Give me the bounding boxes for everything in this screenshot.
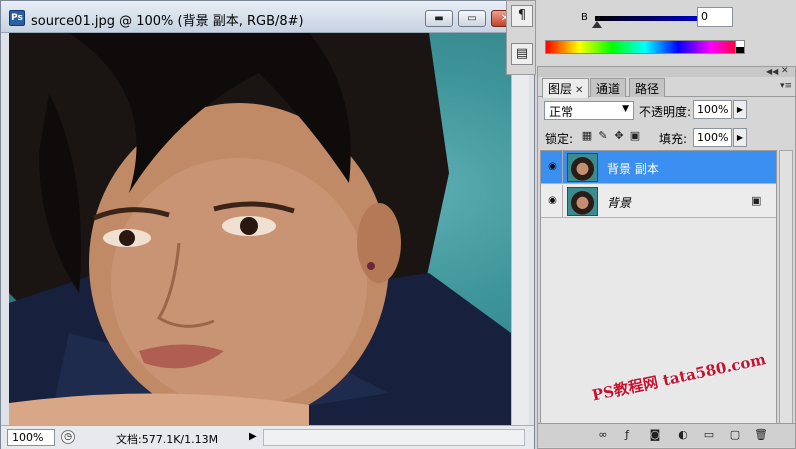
zoom-field[interactable]: 100% xyxy=(7,429,55,446)
dropdown-arrow-icon: ▼ xyxy=(622,104,629,114)
tab-paths[interactable]: 路径 xyxy=(629,78,666,97)
layer-name: 背景 xyxy=(607,196,632,210)
layer-row[interactable]: ◉ 背景 副本 xyxy=(541,151,776,184)
minimize-icon: ▬ xyxy=(434,13,444,24)
new-layer-icon[interactable]: ▢ xyxy=(728,428,742,442)
tab-close-icon[interactable]: ✕ xyxy=(575,85,583,96)
layer-name: 背景 副本 xyxy=(607,162,659,176)
restore-icon: ▭ xyxy=(467,13,477,24)
layers-bottom-bar: ∞ ƒ ◙ ◐ ▭ ▢ 🗑 xyxy=(538,423,795,447)
black-white-swatch[interactable] xyxy=(735,40,745,54)
status-bar: 100% ◷ 文档:577.1K/1.13M ▶ xyxy=(1,425,534,449)
restore-button[interactable]: ▭ xyxy=(458,10,486,27)
layer-thumbnail xyxy=(567,153,598,182)
horizontal-scrollbar[interactable] xyxy=(263,429,525,446)
status-menu-arrow-icon[interactable]: ▶ xyxy=(249,430,261,444)
move-icon[interactable]: ✥ xyxy=(613,129,625,142)
color-panel: B 0 xyxy=(537,0,796,64)
fill-field[interactable]: 100% xyxy=(693,128,732,147)
panel-header[interactable]: ◀◀ ✕ xyxy=(538,66,795,77)
eye-icon[interactable]: ◉ xyxy=(543,185,563,217)
fill-label: 填充: xyxy=(659,132,688,146)
notes-panel-button[interactable]: ▤ xyxy=(511,43,533,65)
image-canvas[interactable] xyxy=(9,33,511,425)
tab-layers-label: 图层 xyxy=(548,82,573,96)
layer-mask-icon[interactable]: ◙ xyxy=(648,428,662,442)
tab-layers[interactable]: 图层 ✕ xyxy=(542,78,590,98)
blend-mode-select[interactable]: 正常 ▼ xyxy=(544,101,634,120)
photoshop-workspace: Ps source01.jpg @ 100% (背景 副本, RGB/8#) ▬… xyxy=(0,0,796,449)
lock-transparent-icon[interactable]: ▦ xyxy=(581,129,593,142)
color-spectrum[interactable] xyxy=(545,40,745,54)
link-layers-icon[interactable]: ∞ xyxy=(596,428,610,442)
collapse-icon[interactable]: ◀◀ xyxy=(766,67,778,76)
document-window: Ps source01.jpg @ 100% (背景 副本, RGB/8#) ▬… xyxy=(0,0,535,449)
document-titlebar[interactable]: Ps source01.jpg @ 100% (背景 副本, RGB/8#) ▬… xyxy=(1,1,534,33)
document-info: 文档:577.1K/1.13M xyxy=(116,433,219,446)
opacity-label: 不透明度: xyxy=(639,105,692,119)
tab-channels-label: 通道 xyxy=(596,82,621,96)
layer-style-icon[interactable]: ƒ xyxy=(620,428,634,442)
layer-list: ◉ 背景 副本 ◉ 背景 ▣ xyxy=(540,150,777,440)
opacity-field[interactable]: 100% xyxy=(693,100,732,119)
panel-dock-strip: ¶ ▤ xyxy=(506,0,536,75)
blue-slider-thumb[interactable] xyxy=(592,21,602,28)
panel-menu-icon[interactable]: ▾≡ xyxy=(780,81,792,91)
status-options-icon[interactable]: ◷ xyxy=(61,430,75,444)
document-title: source01.jpg @ 100% (背景 副本, RGB/8#) xyxy=(31,14,304,29)
delete-layer-icon[interactable]: 🗑 xyxy=(754,428,768,442)
photoshop-logo-icon: Ps xyxy=(9,10,25,26)
new-group-icon[interactable]: ▭ xyxy=(702,428,716,442)
layers-scrollbar[interactable] xyxy=(779,150,793,440)
vertical-scrollbar[interactable] xyxy=(511,33,529,425)
minimize-button[interactable]: ▬ xyxy=(425,10,453,27)
panel-close-icon[interactable]: ✕ xyxy=(781,66,789,76)
tab-channels[interactable]: 通道 xyxy=(590,78,627,97)
tab-paths-label: 路径 xyxy=(635,82,660,96)
layer-row[interactable]: ◉ 背景 ▣ xyxy=(541,185,776,218)
panel-tabs: 图层 ✕ 通道 路径 ▾≡ xyxy=(538,77,795,98)
lock-label: 锁定: xyxy=(545,132,574,146)
blue-channel-label: B xyxy=(581,12,588,23)
blend-mode-value: 正常 xyxy=(549,105,574,119)
layer-lock-icon: ▣ xyxy=(751,194,762,207)
lock-icon[interactable]: ▣ xyxy=(629,129,641,142)
opacity-stepper[interactable]: ▶ xyxy=(733,100,747,119)
adjustment-layer-icon[interactable]: ◐ xyxy=(676,428,690,442)
paragraph-panel-button[interactable]: ¶ xyxy=(511,5,533,27)
blue-value-field[interactable]: 0 xyxy=(697,7,733,27)
eye-icon[interactable]: ◉ xyxy=(543,151,563,183)
layer-thumbnail xyxy=(567,187,598,216)
brush-icon[interactable]: ✎ xyxy=(597,129,609,142)
portrait-photo xyxy=(9,33,511,425)
fill-stepper[interactable]: ▶ xyxy=(733,128,747,147)
layers-panel: ◀◀ ✕ 图层 ✕ 通道 路径 ▾≡ 正常 ▼ 不透明度: 100% ▶ 锁定: … xyxy=(537,66,796,449)
